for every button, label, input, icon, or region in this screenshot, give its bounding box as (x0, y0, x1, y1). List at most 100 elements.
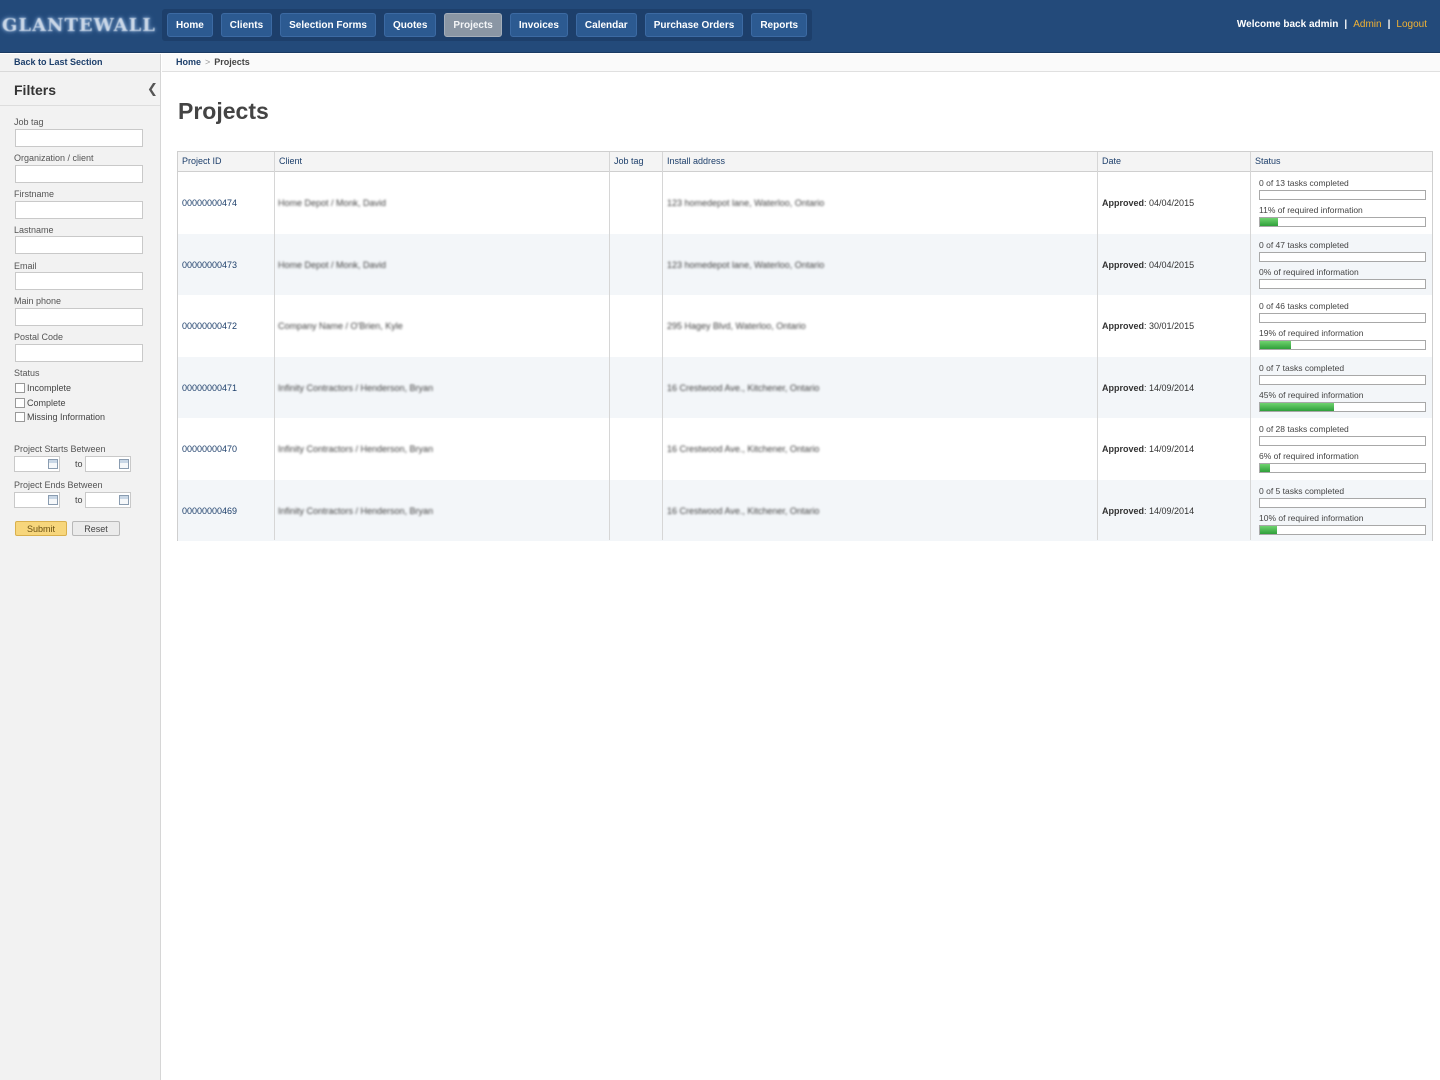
project-id-link[interactable]: 00000000470 (182, 444, 237, 454)
main-nav: Home Clients Selection Forms Quotes Proj… (162, 9, 813, 41)
nav-projects[interactable]: Projects (444, 13, 502, 37)
projects-table: Project ID Client Job tag Install addres… (177, 151, 1433, 541)
logout-link[interactable]: Logout (1396, 19, 1427, 30)
email-input[interactable] (15, 272, 143, 290)
column-divider (1097, 152, 1098, 540)
divider (0, 71, 160, 72)
breadcrumb-current: Projects (214, 57, 250, 67)
incomplete-checkbox[interactable] (15, 383, 25, 393)
project-id-link[interactable]: 00000000474 (182, 198, 237, 208)
tasks-completed-text: 0 of 5 tasks completed (1259, 485, 1345, 496)
project-id-link[interactable]: 00000000473 (182, 260, 237, 270)
brand-logo[interactable]: GLANTEWALL (2, 6, 155, 44)
calendar-icon[interactable] (48, 459, 58, 469)
required-info-progress-bar (1259, 340, 1426, 350)
col-header-date[interactable]: Date (1102, 156, 1121, 166)
page-title: Projects (178, 98, 269, 124)
job-tag-input[interactable] (15, 129, 143, 147)
col-header-install-address[interactable]: Install address (667, 156, 725, 166)
project-id-link[interactable]: 00000000471 (182, 383, 237, 393)
install-address: 123 homedepot lane, Waterloo, Ontario (667, 259, 825, 270)
back-to-last-section-link[interactable]: Back to Last Section (14, 57, 103, 67)
admin-link[interactable]: Admin (1353, 19, 1381, 30)
status-cell: 0 of 47 tasks completed 0% of required in… (1259, 240, 1427, 294)
status-cell: 0 of 7 tasks completed 45% of required in… (1259, 363, 1427, 417)
status-complete-option[interactable]: Complete (15, 398, 66, 408)
status-cell: 0 of 28 tasks completed 6% of required in… (1259, 424, 1427, 478)
firstname-input[interactable] (15, 201, 143, 219)
project-starts-label: Project Starts Between (14, 444, 106, 454)
submit-button[interactable]: Submit (15, 521, 67, 536)
calendar-icon[interactable] (48, 495, 58, 505)
divider (0, 105, 160, 106)
tasks-completed-text: 0 of 13 tasks completed (1259, 178, 1349, 188)
col-header-job-tag[interactable]: Job tag (614, 156, 644, 166)
collapse-chevron-left-icon[interactable]: ❮ (147, 81, 158, 97)
table-row[interactable]: 00000000474 Home Depot / Monk, David 123 h… (178, 172, 1432, 233)
client-name: Infinity Contractors / Henderson, Bryan (278, 505, 434, 516)
date-cell: Approved: 14/09/2014 (1102, 505, 1195, 516)
required-info-progress-fill (1260, 525, 1277, 534)
col-header-status[interactable]: Status (1255, 156, 1281, 166)
status-incomplete-option[interactable]: Incomplete (15, 383, 71, 393)
table-row[interactable]: 00000000473 Home Depot / Monk, David 123 h… (178, 233, 1432, 295)
date-cell: Approved: 04/04/2015 (1102, 198, 1195, 208)
table-row[interactable]: 00000000472 Company Name / O'Brien, Kyle 2… (178, 295, 1432, 356)
date-value: 14/09/2014 (1149, 382, 1195, 393)
breadcrumb-home-link[interactable]: Home (176, 57, 201, 67)
tasks-progress-bar (1259, 374, 1426, 385)
tasks-progress-bar (1259, 190, 1426, 200)
nav-selection-forms[interactable]: Selection Forms (280, 13, 376, 37)
tasks-progress-bar (1259, 497, 1426, 508)
status-label: Status (14, 368, 40, 378)
main-phone-input[interactable] (15, 308, 143, 326)
status-missing-info-option[interactable]: Missing Information (15, 412, 105, 422)
table-row[interactable]: 00000000469 Infinity Contractors / Hender… (178, 479, 1432, 541)
date-prefix: Approved (1102, 505, 1145, 516)
nav-calendar[interactable]: Calendar (575, 13, 637, 37)
lastname-input[interactable] (15, 236, 143, 254)
breadcrumb-separator: > (205, 57, 211, 67)
nav-clients[interactable]: Clients (220, 13, 273, 37)
table-row[interactable]: 00000000470 Infinity Contractors / Hender… (178, 418, 1432, 479)
postal-code-input[interactable] (15, 344, 143, 362)
main-phone-label: Main phone (14, 296, 62, 306)
reset-button[interactable]: Reset (72, 521, 120, 536)
tasks-completed-text: 0 of 46 tasks completed (1259, 301, 1349, 311)
calendar-icon[interactable] (119, 459, 129, 469)
welcome-text: Welcome back admin (1236, 19, 1339, 30)
nav-home[interactable]: Home (167, 13, 213, 37)
col-header-project-id[interactable]: Project ID (182, 156, 222, 166)
required-info-text: 19% of required information (1259, 328, 1364, 338)
required-info-progress-bar (1259, 278, 1426, 289)
project-id-link[interactable]: 00000000472 (182, 321, 237, 331)
nav-purchase-orders[interactable]: Purchase Orders (644, 13, 744, 37)
date-prefix: Approved (1102, 444, 1145, 454)
col-header-client[interactable]: Client (279, 156, 302, 166)
date-cell: Approved: 14/09/2014 (1102, 444, 1195, 454)
breadcrumb: Home > Projects (176, 57, 250, 67)
install-address: 123 homedepot lane, Waterloo, Ontario (667, 198, 825, 208)
install-address: 16 Crestwood Ave., Kitchener, Ontario (667, 382, 820, 393)
status-cell: 0 of 46 tasks completed 19% of required i… (1259, 301, 1427, 355)
user-bar-separator: | (1387, 19, 1391, 30)
project-id-link[interactable]: 00000000469 (182, 506, 237, 516)
firstname-label: Firstname (14, 189, 55, 199)
client-name: Infinity Contractors / Henderson, Bryan (278, 382, 434, 393)
tasks-progress-bar (1259, 436, 1426, 446)
calendar-icon[interactable] (119, 495, 129, 505)
org-client-label: Organization / client (14, 153, 94, 163)
install-address: 16 Crestwood Ave., Kitchener, Ontario (667, 444, 820, 454)
table-row[interactable]: 00000000471 Infinity Contractors / Hender… (178, 356, 1432, 418)
user-bar: Welcome back admin | Admin | Logout (1237, 19, 1427, 30)
postal-code-label: Postal Code (14, 332, 64, 342)
nav-quotes[interactable]: Quotes (383, 13, 437, 37)
missing-information-checkbox[interactable] (15, 412, 25, 422)
nav-reports[interactable]: Reports (751, 13, 808, 37)
required-info-text: 6% of required information (1259, 451, 1359, 461)
org-client-input[interactable] (15, 165, 143, 183)
column-divider (662, 152, 663, 540)
nav-invoices[interactable]: Invoices (509, 13, 568, 37)
complete-checkbox[interactable] (15, 398, 25, 408)
top-header: GLANTEWALL Home Clients Selection Forms … (0, 0, 1440, 53)
